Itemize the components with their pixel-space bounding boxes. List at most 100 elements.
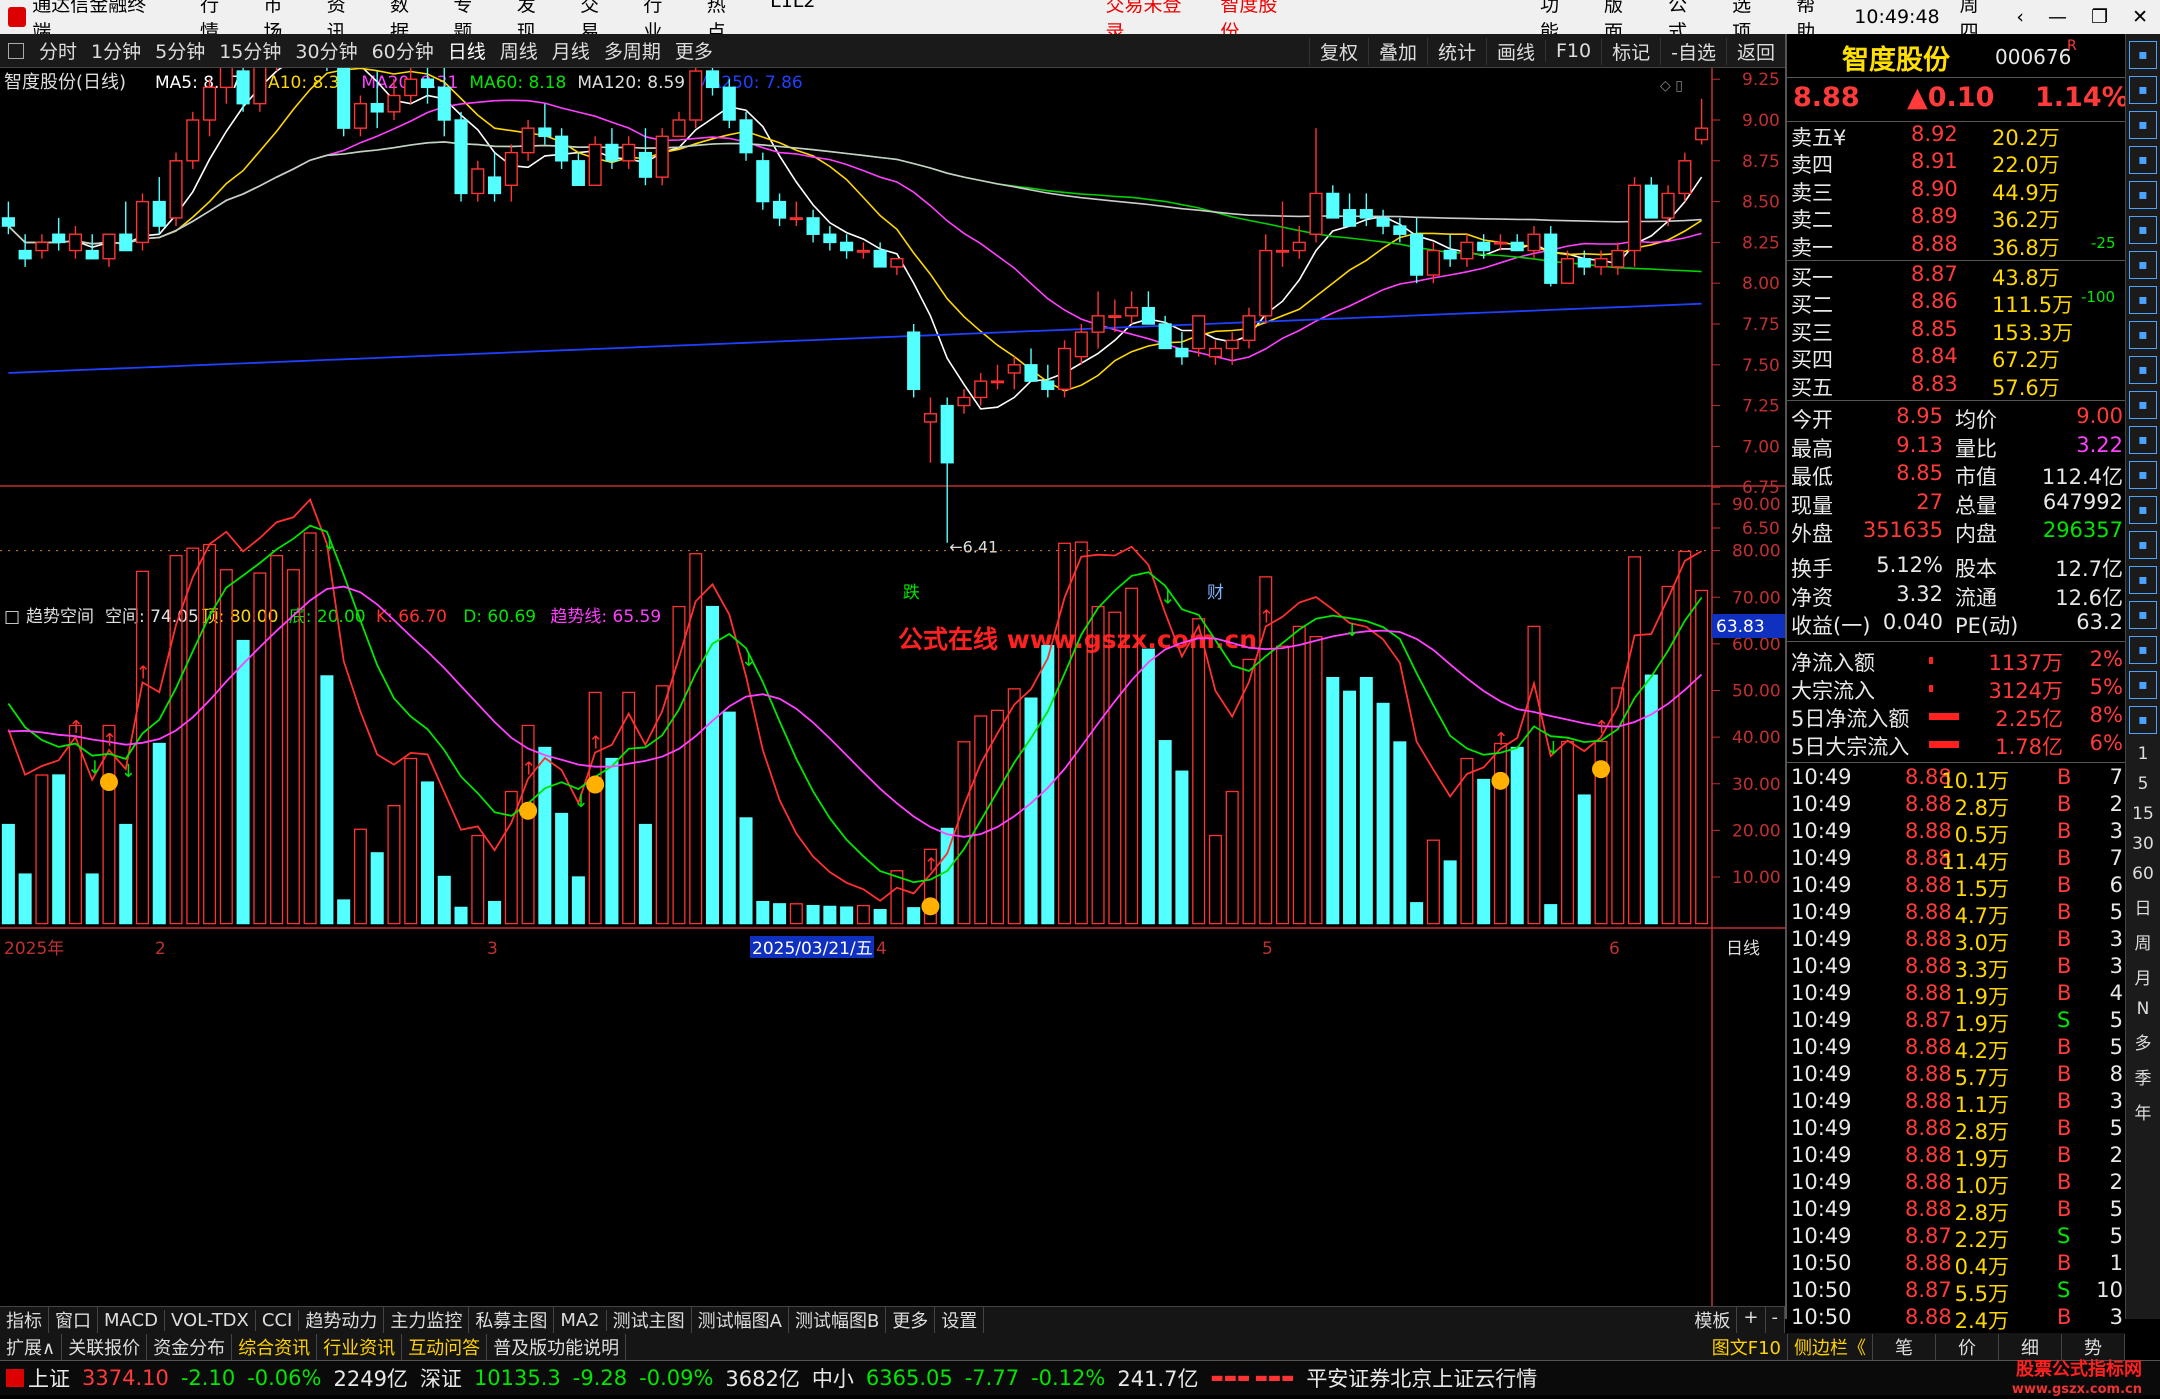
rsi-icon[interactable]: ▪ [2129,531,2157,559]
indicator-tab[interactable]: 测试幅图B [789,1307,887,1333]
period-tab[interactable]: 分时 [32,37,84,64]
indicator-tab[interactable]: 私募主图 [469,1307,555,1333]
period-tab[interactable]: 月线 [545,37,597,64]
extension-tab[interactable]: 互动问答 [402,1333,488,1360]
sidebar-period[interactable]: 周 [2126,929,2160,954]
indicator-tab[interactable]: 测试主图 [607,1307,692,1333]
sidebar-period[interactable]: 60 [2126,864,2160,884]
tools-icon[interactable]: ▪ [2129,496,2157,524]
toggle-icon[interactable] [8,42,24,59]
template-control[interactable]: + [1737,1307,1766,1333]
bid-row[interactable]: 买五 8.83 57.6万 [1787,372,2127,400]
toolbar-action[interactable]: 返回 [1725,37,1785,65]
f3-icon[interactable]: ▪ [2129,426,2157,454]
panel-switch-tab[interactable]: 图文F10 [1706,1333,1788,1360]
period-tab[interactable]: 60分钟 [365,37,441,64]
indicator-tab[interactable]: MACD [98,1309,165,1331]
event-marker-cai[interactable]: 财 [1207,583,1224,603]
zx-label[interactable]: 中小 [812,1363,854,1393]
extension-tab[interactable]: 关联报价 [62,1333,148,1360]
toolbar-action[interactable]: 标记 [1601,37,1660,65]
period-tab[interactable]: 5分钟 [148,37,212,64]
indicator-collapse-icon[interactable]: □ [4,607,20,627]
extension-tab[interactable]: 普及版功能说明 [487,1333,627,1360]
sidebar-period[interactable]: 1 [2126,744,2160,764]
toolbar-action[interactable]: F10 [1545,40,1601,62]
ask-row[interactable]: 卖三 8.90 44.9万 [1787,177,2127,205]
sz-label[interactable]: 深证 [420,1363,462,1393]
panel-switch-tab[interactable]: 侧边栏《 [1788,1333,1873,1360]
indicator-tab[interactable]: 趋势动力 [299,1307,385,1333]
period-tab[interactable]: 15分钟 [212,37,288,64]
kline-icon[interactable]: ▪ [2129,251,2157,279]
chart-icon[interactable]: ▪ [2129,146,2157,174]
period-tab[interactable]: 更多 [668,37,720,64]
sidebar-period[interactable]: 30 [2126,834,2160,854]
template-control[interactable]: 模板 [1688,1307,1738,1333]
ask-row[interactable]: 卖一 8.88 36.8万 [1787,232,2127,260]
indicator-tab[interactable]: 主力监控 [384,1307,470,1333]
extension-tab[interactable]: 资金分布 [147,1333,233,1360]
ask-row[interactable]: 卖五¥ 8.92 20.2万 [1787,122,2127,150]
panel-switch-tab[interactable]: 笔 [1873,1333,1936,1360]
period-tab[interactable]: 1分钟 [84,37,148,64]
indicator-tab[interactable]: 更多 [886,1307,936,1333]
down-icon[interactable]: ▪ [2129,111,2157,139]
sidebar-period[interactable]: 5 [2126,774,2160,794]
toolbar-action[interactable]: 叠加 [1367,37,1427,65]
pencil-icon[interactable]: ▪ [2129,636,2157,664]
sidebar-period[interactable]: 15 [2126,804,2160,824]
bid-row[interactable]: 买四 8.84 67.2万 [1787,344,2127,372]
toolbar-action[interactable]: 复权 [1308,37,1368,65]
indicator-tab[interactable]: 指标 [0,1307,49,1333]
indicator-tab[interactable]: 设置 [935,1307,985,1333]
bid-row[interactable]: 买一 8.87 43.8万 [1787,262,2127,290]
sidebar-period[interactable]: 年 [2126,1099,2160,1124]
panel-switch-tab[interactable]: 价 [1936,1333,1999,1360]
period-tab[interactable]: 30分钟 [288,37,364,64]
sidebar-period[interactable]: 月 [2126,964,2160,989]
multi-icon[interactable]: ▪ [2129,706,2157,734]
period-tab[interactable]: 日线 [441,37,493,64]
extension-tab[interactable]: 综合资讯 [232,1333,318,1360]
period-tab[interactable]: 多周期 [597,37,668,64]
close-icon[interactable]: ▪ [2129,41,2157,69]
kline-chart[interactable]: 智度股份(日线) MA5: 8.57 MA10: 8.34 MA20: 8.31 MA6… [0,68,1785,1306]
panel-switch-tab[interactable]: 势 [2062,1333,2125,1360]
grid-icon[interactable]: ▪ [2129,181,2157,209]
list-icon[interactable]: ▪ [2129,286,2157,314]
toolbar-action[interactable]: 画线 [1485,37,1545,65]
ask-row[interactable]: 卖二 8.89 36.2万 [1787,204,2127,232]
panel-switch-tab[interactable]: 细 [1999,1333,2062,1360]
compass-icon[interactable]: ▪ [2129,601,2157,629]
bid-row[interactable]: 买三 8.85 153.3万 [1787,317,2127,345]
close-icon[interactable]: ✕ [2120,6,2160,28]
chart-options-icon[interactable]: ◇ ▯ [1660,78,1683,94]
layout-icon[interactable]: ▪ [2129,356,2157,384]
fs-icon[interactable]: ▪ [2129,671,2157,699]
sidebar-period[interactable]: 多 [2126,1029,2160,1054]
restore-icon[interactable]: ❐ [2079,6,2120,28]
bid-row[interactable]: 买二 8.86 111.5万 [1787,289,2127,317]
sidebar-period[interactable]: 季 [2126,1064,2160,1089]
indicator-tab[interactable]: CCI [256,1309,300,1331]
sidebar-period[interactable]: N [2126,999,2160,1019]
period-tab[interactable]: 周线 [493,37,545,64]
up-icon[interactable]: ▪ [2129,76,2157,104]
back-icon[interactable]: ‹ [2004,6,2036,28]
event-marker-die[interactable]: 跌 [903,583,920,603]
f10-icon[interactable]: ▪ [2129,321,2157,349]
indicator-tab[interactable]: VOL-TDX [165,1309,256,1331]
sh-label[interactable]: 上证 [28,1363,70,1393]
target-icon[interactable]: ▪ [2129,461,2157,489]
indicator-tab[interactable]: 窗口 [49,1307,98,1333]
template-control[interactable]: - [1766,1307,1785,1333]
extension-tab[interactable]: 扩展∧ [0,1333,63,1360]
toolbar-action[interactable]: -自选 [1660,37,1726,65]
extension-tab[interactable]: 行业资讯 [317,1333,403,1360]
trend-icon[interactable]: ▪ [2129,216,2157,244]
ask-row[interactable]: 卖四 8.91 22.0万 [1787,149,2127,177]
minimize-icon[interactable]: — [2036,6,2079,28]
toolbar-action[interactable]: 统计 [1426,37,1486,65]
sidebar-period[interactable]: 日 [2126,894,2160,919]
